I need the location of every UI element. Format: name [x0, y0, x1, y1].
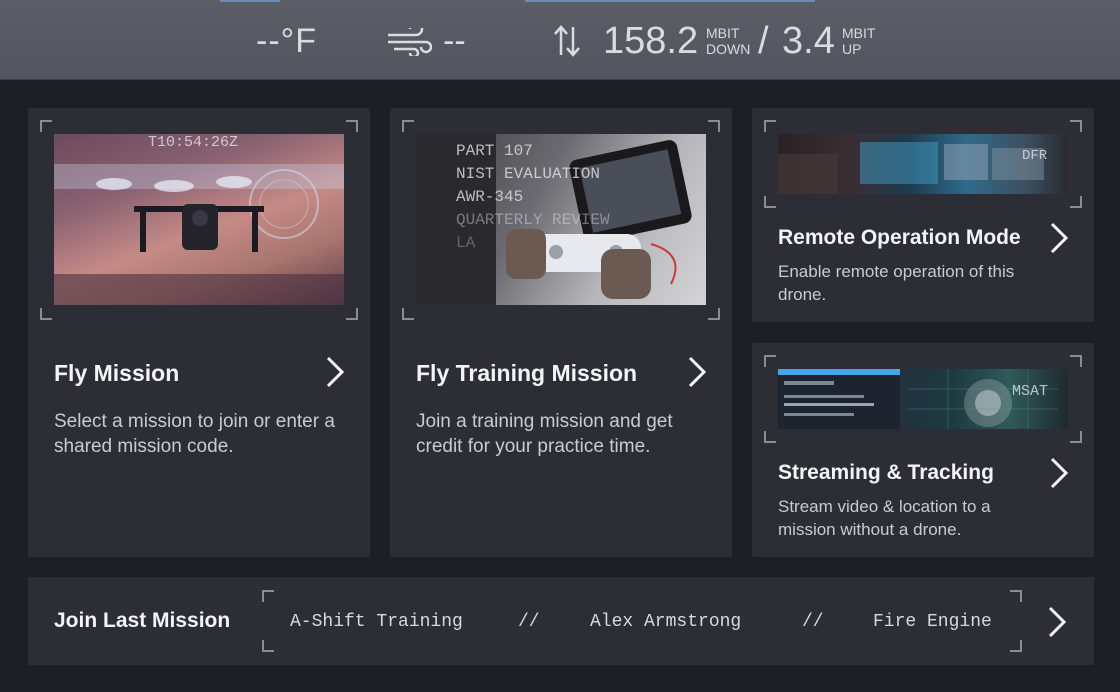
download-unit-line1: MBIT — [706, 25, 740, 41]
frame-bracket — [1010, 640, 1022, 652]
frame-bracket — [764, 120, 776, 132]
overlay-line: NIST EVALUATION — [456, 165, 601, 183]
fly-mission-title: Fly Mission — [54, 360, 180, 386]
join-last-mission-bar[interactable]: Join Last Mission A-Shift Training // Al… — [28, 577, 1094, 665]
frame-bracket — [262, 640, 274, 652]
upload-speed: 3.4 — [782, 20, 835, 62]
frame-bracket — [1070, 196, 1082, 208]
dfr-overlay: DFR — [1022, 148, 1048, 164]
frame-bracket — [764, 355, 776, 367]
remote-operation-thumbnail: DFR — [778, 134, 1068, 194]
frame-bracket — [708, 120, 720, 132]
upload-unit-line2: UP — [842, 41, 862, 57]
fly-training-description: Join a training mission and get credit f… — [416, 411, 673, 457]
frame-bracket — [346, 120, 358, 132]
download-speed: 158.2 — [603, 20, 699, 62]
frame-bracket — [402, 308, 414, 320]
download-unit: MBIT DOWN — [706, 25, 750, 57]
download-unit-line2: DOWN — [706, 41, 751, 57]
upload-unit-line1: MBIT — [842, 25, 876, 41]
overlay-line: PART 107 — [456, 142, 533, 160]
fly-training-thumbnail: PART 107 NIST EVALUATION AWR-345 QUARTER… — [416, 134, 706, 305]
frame-bracket — [708, 308, 720, 320]
remote-operation-card[interactable]: DFR Remote Operation Mode Enable remote … — [752, 108, 1094, 322]
wind-icon — [388, 28, 432, 56]
operations-center-image — [778, 142, 1044, 194]
frame-bracket — [346, 308, 358, 320]
frame-bracket — [40, 120, 52, 132]
chevron-right-icon — [326, 356, 345, 388]
chevron-right-icon — [1050, 222, 1069, 254]
fly-training-mission-card[interactable]: PART 107 NIST EVALUATION AWR-345 QUARTER… — [390, 108, 732, 557]
overlay-line: LA — [456, 234, 476, 252]
frame-bracket — [1010, 590, 1022, 602]
overlay-line: QUARTERLY REVIEW — [456, 211, 610, 229]
streaming-title: Streaming & Tracking — [778, 461, 994, 484]
frame-bracket — [40, 308, 52, 320]
fly-mission-thumbnail: T10:54:26Z — [54, 134, 344, 305]
frame-bracket — [402, 120, 414, 132]
fly-mission-description: Select a mission to join or enter a shar… — [54, 411, 335, 457]
timestamp-overlay: T10:54:26Z — [148, 134, 239, 151]
chevron-right-icon — [688, 356, 707, 388]
overlay-line: AWR-345 — [456, 188, 524, 206]
status-accent-line — [525, 0, 815, 2]
last-mission-unit: Fire Engine — [873, 612, 992, 632]
frame-bracket — [764, 196, 776, 208]
fly-mission-card[interactable]: T10:54:26Z Fly Mission Select a mission … — [28, 108, 370, 557]
last-mission-name: A-Shift Training — [290, 612, 463, 632]
remote-operation-description: Enable remote operation of this drone. — [778, 262, 1015, 304]
training-text-overlay: PART 107 NIST EVALUATION AWR-345 QUARTER… — [456, 140, 610, 255]
wind-readout: -- — [443, 22, 466, 60]
last-mission-pilot: Alex Armstrong — [590, 612, 742, 632]
upload-unit: MBIT UP — [842, 25, 875, 57]
frame-bracket — [1070, 120, 1082, 132]
frame-bracket — [1070, 431, 1082, 443]
msat-overlay: MSAT — [1012, 383, 1049, 400]
streaming-thumbnail: MSAT — [778, 369, 1068, 429]
chevron-right-icon[interactable] — [1046, 605, 1068, 639]
streaming-description: Stream video & location to a mission wit… — [778, 497, 991, 539]
network-arrows-icon — [554, 25, 580, 57]
status-accent-line — [220, 0, 280, 2]
fly-training-title: Fly Training Mission — [416, 360, 638, 386]
temperature-readout: --°F — [256, 22, 318, 60]
join-last-mission-label: Join Last Mission — [54, 609, 231, 632]
frame-bracket — [1070, 355, 1082, 367]
drone-scene-image — [54, 164, 344, 305]
frame-bracket — [764, 431, 776, 443]
speed-separator: / — [758, 20, 769, 62]
frame-bracket — [262, 590, 274, 602]
chevron-right-icon — [1050, 457, 1069, 489]
streaming-tracking-card[interactable]: MSAT Streaming & Tracking Stream video &… — [752, 343, 1094, 557]
remote-operation-title: Remote Operation Mode — [778, 226, 1021, 249]
last-mission-separator: // — [802, 612, 824, 632]
last-mission-separator: // — [518, 612, 540, 632]
status-bar: --°F -- 158.2 MBIT DOWN / 3.4 MBIT UP — [0, 0, 1120, 80]
